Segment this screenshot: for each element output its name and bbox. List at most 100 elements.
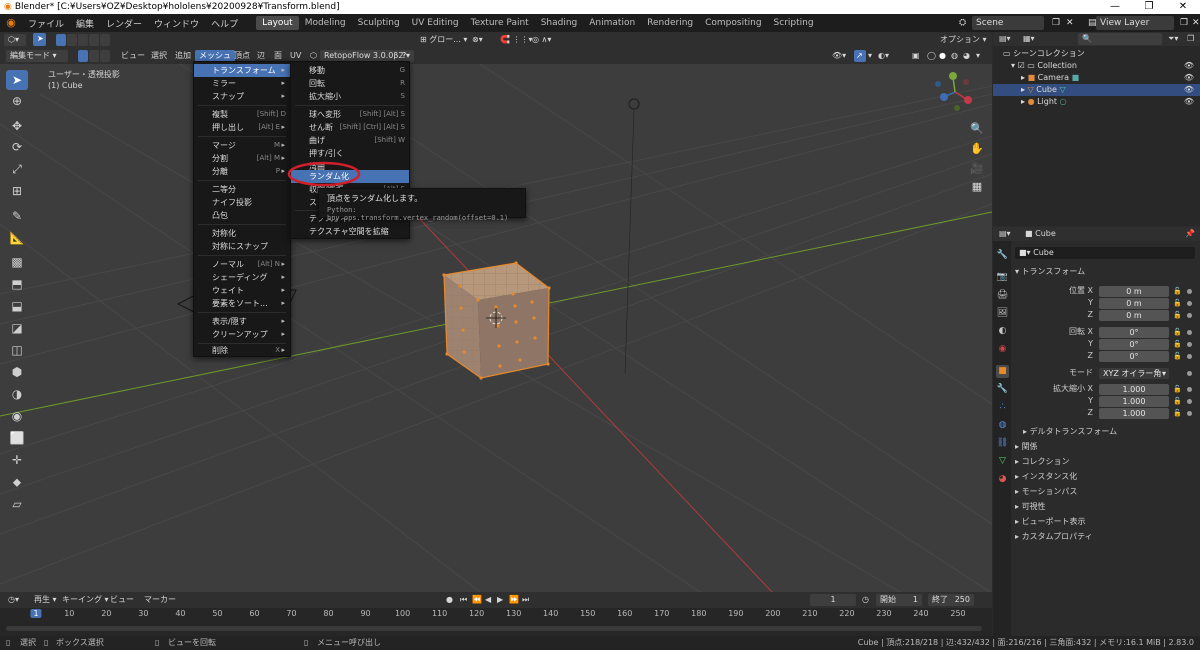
location-z-field[interactable]: 0 m [1099,310,1169,321]
smooth-tool-icon[interactable]: ⬜ [6,428,28,448]
mesh-menu-item-extrude[interactable]: 押し出し [Alt] E ▸ [194,121,290,134]
select-new-icon[interactable] [56,34,66,46]
loop-cut-tool-icon[interactable]: ◫ [6,340,28,360]
section-collections[interactable]: ▸ コレクション [1015,455,1070,469]
keyframe-dot-icon[interactable] [1187,313,1192,318]
menu-edit[interactable]: 編集 [70,17,100,30]
tab-modeling[interactable]: Modeling [299,16,352,30]
shading-solid-icon[interactable]: ● [939,50,946,62]
outliner-item-cube[interactable]: ▸ ▽ Cube ▽ 👁 [993,84,1200,96]
data-tab-icon[interactable]: ▽ [996,455,1009,468]
mesh-menu-item-weights[interactable]: ウェイト ▸ [194,284,290,297]
play-reverse-icon[interactable]: ◀ [485,594,491,606]
mesh-menu-item-merge[interactable]: マージ M ▸ [194,139,290,152]
timeline-menu-view[interactable]: ビュー [110,594,134,606]
current-frame-field[interactable]: 1 [810,594,856,606]
mesh-menu-item-split[interactable]: 分割 [Alt] M ▸ [194,152,290,165]
section-custom-properties[interactable]: ▸ カスタムプロパティ [1015,530,1093,544]
lock-icon[interactable]: 🔓 [1173,396,1182,407]
tab-scripting[interactable]: Scripting [768,16,820,30]
show-gizmo-icon[interactable]: 👁▾ [832,50,846,62]
mesh-menu-item-mirror[interactable]: ミラー ▸ [194,77,290,90]
lock-icon[interactable]: 🔓 [1173,286,1182,297]
timeline-menu-keying[interactable]: キーイング ▾ [62,594,109,606]
mesh-menu-item-clean-up[interactable]: クリーンアップ ▸ [194,328,290,341]
timeline-menu-playback[interactable]: 再生 ▾ [34,594,57,606]
close-button[interactable]: ✕ [1166,0,1200,14]
face-select-icon[interactable] [100,50,110,62]
end-frame-field[interactable]: 終了 250 [928,594,974,606]
zoom-icon[interactable]: 🔍 [968,120,986,138]
shear-tool-icon[interactable]: ▱ [6,494,28,514]
transform-orientation-selector[interactable]: ⊞ グロー... ▾ [420,34,467,46]
section-motion-paths[interactable]: ▸ モーションパス [1015,485,1077,499]
transform-item-bend[interactable]: 曲げ [Shift] W [291,134,409,147]
mesh-menu-item-duplicate[interactable]: 複製 [Shift] D [194,108,290,121]
scale-x-field[interactable]: 1.000 [1099,384,1169,395]
output-tab-icon[interactable]: 🖨 [996,289,1009,302]
properties-editor-icon[interactable]: ▤▾ [999,228,1011,240]
rotate-tool-icon[interactable]: ⟳ [6,137,28,157]
move-tool-icon[interactable]: ✥ [6,116,28,136]
tab-texture-paint[interactable]: Texture Paint [465,16,535,30]
scale-z-field[interactable]: 1.000 [1099,408,1169,419]
outliner-item-camera[interactable]: ▸ ■ Camera ■ 👁 [993,72,1200,84]
menu-help[interactable]: ヘルプ [205,17,244,30]
minimize-button[interactable]: — [1098,0,1132,14]
scene-selector[interactable]: Scene [972,16,1044,30]
section-viewport-display[interactable]: ▸ ビューポート表示 [1015,515,1086,529]
render-tab-icon[interactable]: 📷 [996,271,1009,284]
add-cube-tool-icon[interactable]: ▩ [6,252,28,272]
extrude-tool-icon[interactable]: ⬒ [6,274,28,294]
timeline-menu-marker[interactable]: マーカー [144,594,176,606]
tab-rendering[interactable]: Rendering [641,16,699,30]
record-icon[interactable]: ● [446,594,453,606]
menu-view[interactable]: ビュー [121,50,145,62]
outliner-item-light[interactable]: ▸ ● Light ○ 👁 [993,96,1200,108]
lock-icon[interactable]: 🔓 [1173,408,1182,419]
cursor-tool-icon[interactable]: ⊕ [6,91,28,111]
mesh-menu-item-convex-hull[interactable]: 凸包 [194,209,290,222]
outliner-collection[interactable]: ▾ ☑ ▭ Collection 👁 [993,60,1200,72]
section-visibility[interactable]: ▸ 可視性 [1015,500,1046,514]
shading-rendered-icon[interactable]: ◕ [963,50,970,62]
vertex-select-icon[interactable] [78,50,88,62]
lock-icon[interactable]: 🔓 [1173,384,1182,395]
mesh-menu-item-bisect[interactable]: 二等分 [194,183,290,196]
location-x-field[interactable]: 0 m [1099,286,1169,297]
world-tab-icon[interactable]: ◉ [996,343,1009,356]
bevel-tool-icon[interactable]: ◪ [6,318,28,338]
outliner-editor-icon[interactable]: ▤▾ [999,33,1011,45]
outliner-scene-collection[interactable]: ▭ シーンコレクション [993,48,1200,60]
tab-layout[interactable]: Layout [256,16,299,30]
shrink-fatten-tool-icon[interactable]: ⬥ [6,472,28,492]
mesh-menu-item-show-hide[interactable]: 表示/隠す ▸ [194,315,290,328]
transform-item-move[interactable]: 移動 G [291,64,409,77]
mesh-menu-item-snap[interactable]: スナップ ▸ [194,90,290,103]
options-menu[interactable]: オプション ▾ [940,34,987,46]
start-frame-field[interactable]: 開始 1 [876,594,922,606]
jump-end-icon[interactable]: ⏭ [522,594,529,606]
material-tab-icon[interactable]: ◕ [996,473,1009,486]
lock-icon[interactable]: 🔓 [1173,351,1182,362]
transform-item-shear[interactable]: せん断 [Shift] [Ctrl] [Alt] S [291,121,409,134]
camera-view-icon[interactable]: 🎥 [968,160,986,178]
scene-icon[interactable]: ⛭ [955,16,967,30]
rotation-x-field[interactable]: 0° [1099,327,1169,338]
proportional-edit-icon[interactable]: ◎ ∧▾ [532,34,551,46]
menu-file[interactable]: ファイル [22,17,70,30]
mesh-menu-item-snap-to-symmetry[interactable]: 対称にスナップ [194,240,290,253]
object-tab-icon[interactable]: ■ [996,365,1009,378]
mesh-menu-item-delete[interactable]: 削除 X ▸ [194,344,290,357]
viewlayer-remove-icon[interactable]: ✕ [1188,16,1200,30]
delta-transform-section[interactable]: ▸ デルタトランスフォーム [1023,425,1117,439]
keyframe-dot-icon[interactable] [1187,342,1192,347]
inset-tool-icon[interactable]: ⬓ [6,296,28,316]
scene-add-icon[interactable]: ❐ [1048,16,1060,30]
section-relations[interactable]: ▸ 関係 [1015,440,1038,454]
pin-icon[interactable]: 📌 [1185,228,1195,240]
viewlayer-icon[interactable]: ▤ [1084,16,1097,30]
measure-tool-icon[interactable]: 📐 [6,228,28,248]
scene-tab-icon[interactable]: ◐ [996,325,1009,338]
timeline-scrollbar[interactable] [6,626,982,631]
